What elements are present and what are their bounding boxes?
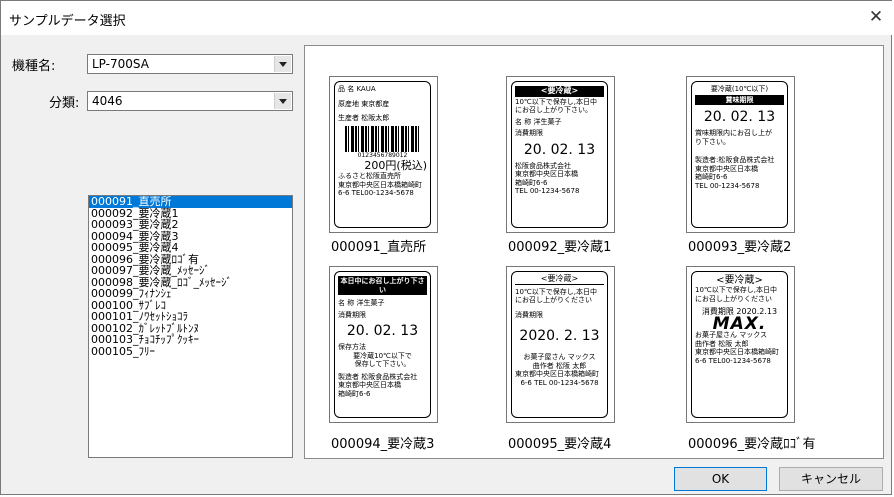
label-line: 10℃以下で保存し,本日中: [515, 287, 597, 296]
list-item[interactable]: 000095_要冷蔵4: [89, 242, 292, 254]
label-line: 曲作者 松阪 太郎: [695, 339, 749, 348]
label-line: 品 名 KAUA: [338, 85, 376, 93]
price-text: 200円(税込): [364, 159, 427, 172]
label-line: 曲作者 松阪 太郎: [532, 361, 587, 370]
category-select-value: 4046: [92, 94, 123, 108]
label-line: 消費期限: [515, 129, 543, 137]
thumbnail-000091[interactable]: 品 名 KAUA 原産地 東京都産 生産者 松阪太郎 0123456789012…: [329, 76, 438, 233]
label-line: 製造者 松阪食品株式会社: [338, 372, 418, 381]
label-line: 6-6 TEL00-1234-5678: [695, 356, 771, 365]
list-item[interactable]: 000099_ﾌｨﾅﾝｼｪ: [89, 288, 292, 300]
label-header: <要冷蔵>: [515, 274, 604, 285]
label-preview: 本日中にお召し上がり下さい 名 称 洋生菓子 消費期限 20. 02. 13 保…: [334, 271, 431, 418]
label-preview: <要冷蔵> 10℃以下で保存し,本日中 にお召し上がりください 消費期限 202…: [511, 271, 608, 418]
label-line: にお召し上がりください: [515, 296, 592, 304]
label-line: 生産者 松阪太郎: [338, 114, 390, 122]
label-date: 20. 02. 13: [346, 323, 419, 339]
thumbnail-caption: 000092_要冷蔵1: [508, 240, 612, 255]
label-line: 箱崎町6-6: [515, 178, 548, 187]
label-date: 20. 02. 13: [523, 141, 596, 158]
label-line: お菓子屋さん マックス: [695, 331, 768, 339]
label-line: 箱崎町6-6: [695, 173, 728, 181]
label-line: 10℃以下で保存し,本日中: [695, 286, 777, 294]
thumbnail-000092[interactable]: <要冷蔵> 10℃以下で保存し,本日中 にお召し上がり下さい。 名 称 洋生菓子…: [506, 76, 615, 233]
chevron-down-icon[interactable]: [274, 56, 291, 72]
thumbnail-caption: 000094_要冷蔵3: [331, 437, 435, 452]
label-line: にお召し上がり下さい。: [515, 106, 592, 114]
thumbnail-caption: 000091_直売所: [331, 240, 427, 255]
close-icon[interactable]: ✕: [861, 3, 891, 31]
label-preview: 要冷蔵(10℃以下) 賞味期限 20. 02. 13 賞味期限内にお召し上が り…: [691, 81, 788, 228]
label-line: 要冷蔵10℃以下で: [353, 351, 412, 360]
label-line: り下さい。: [695, 137, 730, 146]
label-band: 賞味期限: [695, 94, 784, 105]
thumbnail-000094[interactable]: 本日中にお召し上がり下さい 名 称 洋生菓子 消費期限 20. 02. 13 保…: [329, 266, 438, 423]
preview-panel: 品 名 KAUA 原産地 東京都産 生産者 松阪太郎 0123456789012…: [304, 45, 884, 459]
model-label: 機種名:: [12, 59, 56, 74]
label-preview: <要冷蔵> 10℃以下で保存し,本日中 にお召し上がり下さい。 名 称 洋生菓子…: [511, 81, 608, 228]
label-line: 東京都中央区日本橋: [338, 381, 401, 389]
list-item[interactable]: 000097_要冷蔵_ﾒｯｾｰｼﾞ: [89, 265, 292, 277]
label-header: <要冷蔵>: [515, 86, 604, 97]
sample-data-dialog: サンプルデータ選択 ✕ 機種名: LP-700SA 分類: 4046 00009…: [0, 0, 893, 495]
chevron-down-icon[interactable]: [274, 93, 291, 109]
thumbnail-caption: 000096_要冷蔵ﾛｺﾞ有: [688, 437, 816, 452]
label-line: 東京都中央区日本橋: [695, 164, 758, 173]
label-line: 東京都中央区日本橋箱崎町: [515, 370, 599, 378]
label-date: 20. 02. 13: [703, 109, 776, 125]
label-preview: 品 名 KAUA 原産地 東京都産 生産者 松阪太郎 0123456789012…: [334, 81, 431, 228]
max-logo: MAX.: [712, 313, 767, 334]
label-line: ふるさと松阪直売所: [338, 172, 401, 180]
label-line: 消費期限: [515, 310, 543, 319]
category-label: 分類:: [49, 96, 80, 111]
label-line: にお召し上がりください: [695, 294, 772, 303]
label-band: 本日中にお召し上がり下さい: [338, 276, 427, 295]
label-line: 原産地 東京都産: [338, 99, 390, 108]
label-line: 製造者:松阪食品株式会社: [695, 156, 775, 164]
cancel-button[interactable]: キャンセル: [779, 467, 883, 491]
list-item[interactable]: 000105_ﾌﾘｰ: [89, 345, 292, 358]
label-line: 東京都中央区日本橋箱崎町: [338, 180, 422, 189]
label-line: 松阪食品株式会社: [515, 161, 571, 170]
label-date: 2020. 2. 13: [519, 328, 600, 344]
label-line: お菓子屋さん マックス: [523, 353, 596, 361]
label-line: 名 称 洋生菓子: [338, 299, 385, 307]
title-bar: サンプルデータ選択 ✕: [1, 1, 893, 35]
thumbnail-000095[interactable]: <要冷蔵> 10℃以下で保存し,本日中 にお召し上がりください 消費期限 202…: [506, 266, 615, 423]
list-item[interactable]: 000101_ﾉﾜｾｯﾄｼｮｺﾗ: [89, 311, 292, 323]
thumbnail-000093[interactable]: 要冷蔵(10℃以下) 賞味期限 20. 02. 13 賞味期限内にお召し上が り…: [686, 76, 795, 233]
category-select[interactable]: 4046: [87, 91, 293, 111]
label-line: 6-6 TEL 00-1234-5678: [520, 378, 599, 387]
label-header: 要冷蔵(10℃以下): [710, 85, 769, 93]
model-select[interactable]: LP-700SA: [87, 54, 293, 74]
list-item[interactable]: 000091_直売所: [89, 196, 292, 208]
label-line: 箱崎町6-6: [338, 389, 371, 398]
sample-list[interactable]: 000091_直売所 000092_要冷蔵1 000093_要冷蔵2 000094_要…: [88, 195, 293, 458]
label-line: TEL 00-1234-5678: [515, 187, 580, 195]
model-select-value: LP-700SA: [92, 57, 149, 71]
barcode-image: [344, 125, 421, 152]
label-line: TEL 00-1234-5678: [695, 181, 760, 190]
label-preview: <要冷蔵> 10℃以下で保存し,本日中 にお召し上がりください 消費期限 202…: [691, 271, 788, 418]
ok-button[interactable]: OK: [674, 467, 767, 491]
thumbnail-000096[interactable]: <要冷蔵> 10℃以下で保存し,本日中 にお召し上がりください 消費期限 202…: [686, 266, 795, 423]
label-line: 東京都中央区日本橋箱崎町: [695, 348, 779, 356]
label-line: 保存方法: [338, 343, 366, 351]
list-item[interactable]: 000103_ﾁｮｺﾁｯﾌﾟｸｯｷｰ: [89, 334, 292, 346]
label-line: 保存して下さい。: [354, 360, 411, 368]
label-line: 6-6 TEL00-1234-5678: [338, 189, 414, 197]
label-header: <要冷蔵>: [716, 275, 763, 286]
list-item[interactable]: 000093_要冷蔵2: [89, 219, 292, 231]
thumbnail-caption: 000093_要冷蔵2: [688, 240, 792, 255]
label-line: 賞味期限内にお召し上が: [695, 129, 772, 137]
thumbnail-caption: 000095_要冷蔵4: [508, 437, 612, 452]
label-line: 消費期限: [338, 310, 366, 319]
label-line: 東京都中央区日本橋: [515, 170, 578, 178]
label-line: 10℃以下で保存し,本日中: [515, 97, 597, 106]
window-title: サンプルデータ選択: [9, 14, 126, 29]
label-line: 名 称 洋生菓子: [515, 117, 562, 126]
